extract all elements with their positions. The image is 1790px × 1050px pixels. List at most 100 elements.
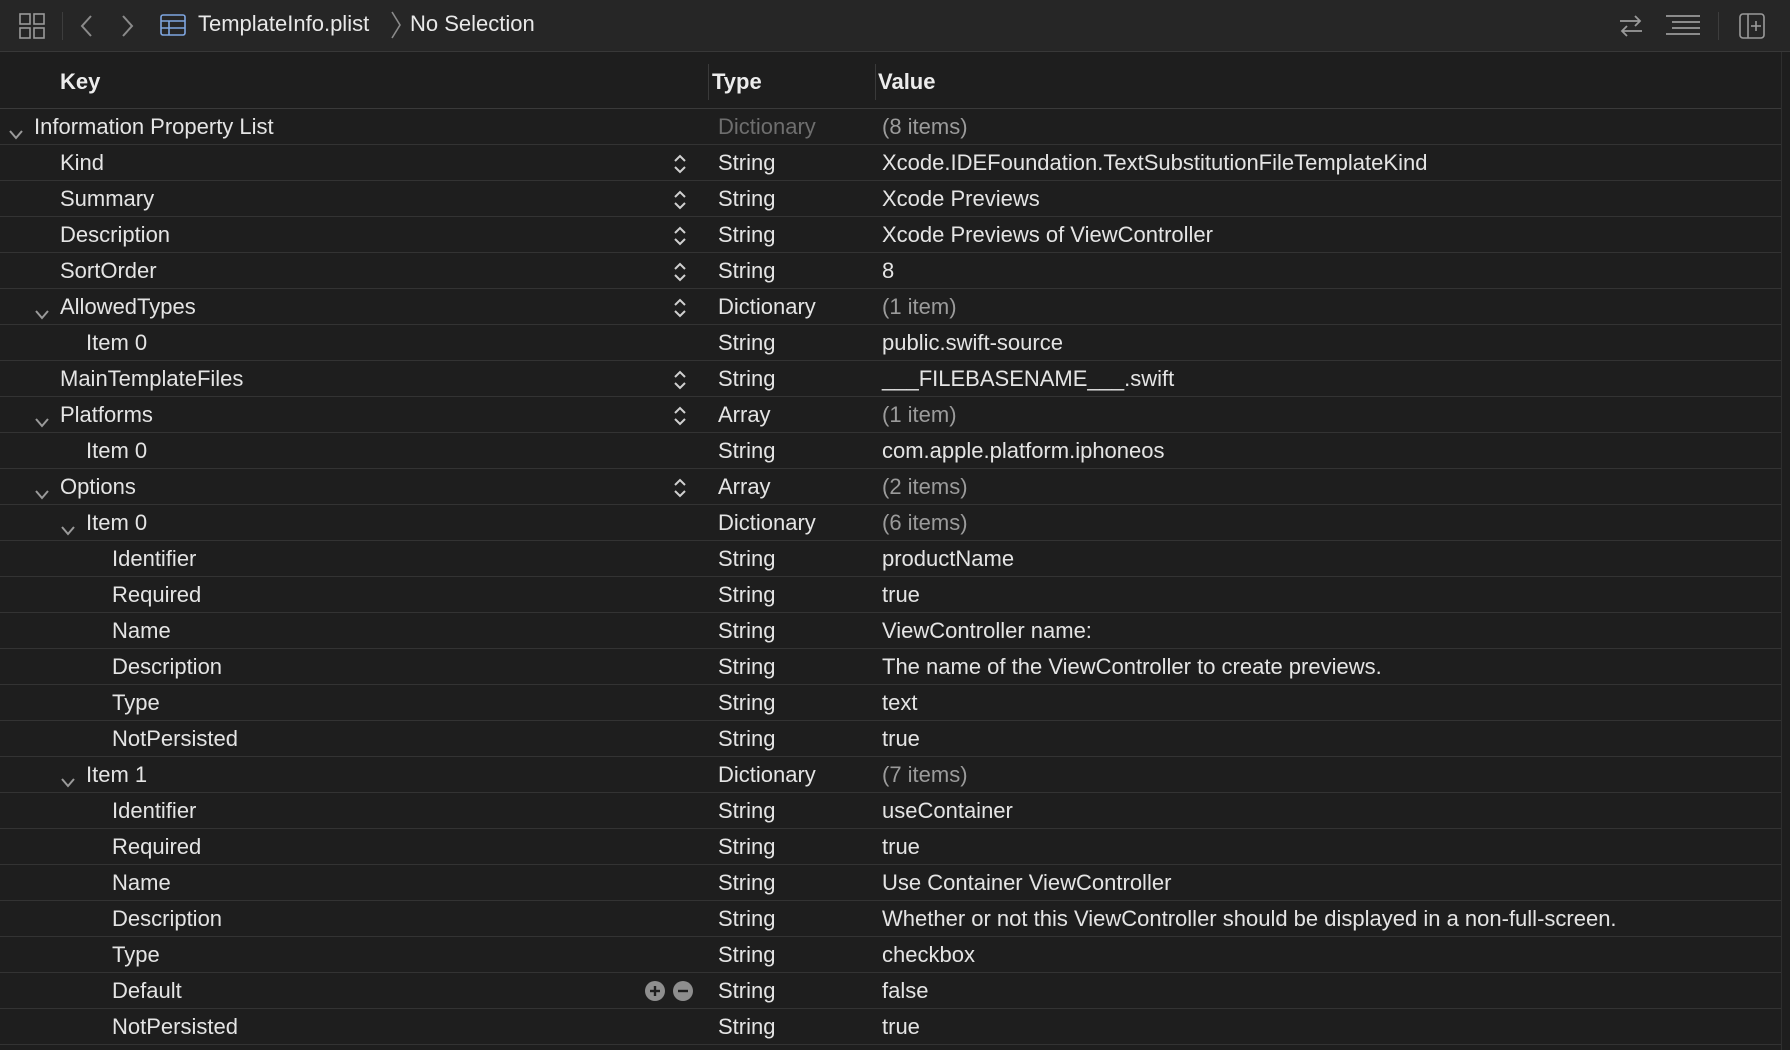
plist-row[interactable]: Information Property List Dictionary (8 it… (0, 109, 1790, 145)
column-value-header[interactable]: Value (878, 69, 935, 95)
row-type[interactable]: String (718, 906, 775, 932)
row-type[interactable]: String (718, 870, 775, 896)
plist-row[interactable]: MainTemplateFiles String ___FILEBASENAME__… (0, 361, 1790, 397)
disclosure-chevron-icon[interactable] (34, 409, 50, 428)
plist-row[interactable]: Item 0 Dictionary (6 items) (0, 505, 1790, 541)
plist-row[interactable]: Description String The name of the ViewCon… (0, 649, 1790, 685)
type-stepper-icon[interactable] (672, 224, 688, 248)
row-type[interactable]: String (718, 186, 775, 212)
row-key[interactable]: Description (112, 654, 222, 680)
row-value[interactable]: Use Container ViewController (882, 870, 1171, 896)
row-key[interactable]: Name (112, 618, 171, 644)
row-key[interactable]: AllowedTypes (60, 294, 196, 320)
column-key-header[interactable]: Key (60, 69, 100, 95)
row-type[interactable]: String (718, 726, 775, 752)
row-type[interactable]: String (718, 366, 775, 392)
row-value[interactable]: Whether or not this ViewController shoul… (882, 906, 1617, 932)
plist-row[interactable]: NotPersisted String true (0, 721, 1790, 757)
row-type[interactable]: String (718, 618, 775, 644)
row-type[interactable]: String (718, 258, 775, 284)
row-key[interactable]: Description (60, 222, 170, 248)
row-value[interactable]: true (882, 726, 920, 752)
row-key[interactable]: MainTemplateFiles (60, 366, 243, 392)
plist-row[interactable]: Item 1 Dictionary (7 items) (0, 757, 1790, 793)
row-value[interactable]: text (882, 690, 917, 716)
row-key[interactable]: Identifier (112, 546, 196, 572)
add-editor-icon[interactable] (1738, 12, 1766, 45)
vertical-scrollbar[interactable] (1781, 52, 1790, 1050)
row-value[interactable]: Xcode Previews (882, 186, 1040, 212)
breadcrumb-file[interactable]: TemplateInfo.plist (198, 11, 369, 37)
row-key[interactable]: Required (112, 834, 201, 860)
row-type[interactable]: String (718, 798, 775, 824)
grid-icon[interactable] (18, 12, 46, 45)
row-key[interactable]: Identifier (112, 798, 196, 824)
row-key[interactable]: Default (112, 978, 182, 1004)
add-remove-icon[interactable] (644, 979, 698, 1003)
swap-icon[interactable] (1618, 12, 1644, 45)
row-key[interactable]: NotPersisted (112, 1014, 238, 1040)
plist-row[interactable]: Type String checkbox (0, 937, 1790, 973)
plist-row[interactable]: Item 0 String public.swift-source (0, 325, 1790, 361)
back-icon[interactable] (78, 13, 96, 44)
row-value[interactable]: true (882, 834, 920, 860)
row-value[interactable]: false (882, 978, 928, 1004)
row-type[interactable]: Dictionary (718, 114, 816, 140)
row-type[interactable]: Dictionary (718, 762, 816, 788)
row-key[interactable]: Required (112, 582, 201, 608)
row-key[interactable]: SortOrder (60, 258, 157, 284)
type-stepper-icon[interactable] (672, 476, 688, 500)
plist-row[interactable]: Required String true (0, 577, 1790, 613)
row-type[interactable]: String (718, 654, 775, 680)
column-type-header[interactable]: Type (712, 69, 762, 95)
row-key[interactable]: Summary (60, 186, 154, 212)
row-key[interactable]: Item 0 (86, 330, 147, 356)
row-type[interactable]: String (718, 330, 775, 356)
plist-row[interactable]: Identifier String useContainer (0, 793, 1790, 829)
row-key[interactable]: Item 0 (86, 510, 147, 536)
row-type[interactable]: String (718, 222, 775, 248)
plist-row[interactable]: Options Array (2 items) (0, 469, 1790, 505)
row-type[interactable]: String (718, 690, 775, 716)
row-key[interactable]: Type (112, 690, 160, 716)
breadcrumb-selection[interactable]: No Selection (410, 11, 535, 37)
plist-row[interactable]: NotPersisted String true (0, 1009, 1790, 1045)
type-stepper-icon[interactable] (672, 152, 688, 176)
row-key[interactable]: Type (112, 942, 160, 968)
plist-row[interactable]: Item 0 String com.apple.platform.iphoneos (0, 433, 1790, 469)
disclosure-chevron-icon[interactable] (34, 301, 50, 320)
row-value[interactable]: true (882, 582, 920, 608)
row-key[interactable]: Options (60, 474, 136, 500)
row-type[interactable]: String (718, 942, 775, 968)
type-stepper-icon[interactable] (672, 188, 688, 212)
column-divider[interactable] (708, 64, 709, 100)
row-key[interactable]: Name (112, 870, 171, 896)
plist-row[interactable]: Summary String Xcode Previews (0, 181, 1790, 217)
row-key[interactable]: Information Property List (34, 114, 274, 140)
row-key[interactable]: Description (112, 906, 222, 932)
plist-row[interactable]: Description String Xcode Previews of ViewC… (0, 217, 1790, 253)
row-key[interactable]: Platforms (60, 402, 153, 428)
row-type[interactable]: Dictionary (718, 294, 816, 320)
row-type[interactable]: String (718, 582, 775, 608)
row-type[interactable]: String (718, 438, 775, 464)
row-type[interactable]: String (718, 546, 775, 572)
row-value[interactable]: useContainer (882, 798, 1013, 824)
row-type[interactable]: Dictionary (718, 510, 816, 536)
type-stepper-icon[interactable] (672, 296, 688, 320)
row-key[interactable]: Kind (60, 150, 104, 176)
type-stepper-icon[interactable] (672, 260, 688, 284)
disclosure-chevron-icon[interactable] (60, 517, 76, 536)
plist-row[interactable]: Kind String Xcode.IDEFoundation.TextSubsti… (0, 145, 1790, 181)
row-value[interactable]: checkbox (882, 942, 975, 968)
row-value[interactable]: Xcode.IDEFoundation.TextSubstitutionFile… (882, 150, 1427, 176)
row-value[interactable]: ViewController name: (882, 618, 1092, 644)
column-divider[interactable] (875, 64, 876, 100)
row-value[interactable]: ___FILEBASENAME___.swift (882, 366, 1174, 392)
plist-row[interactable]: AllowedTypes Dictionary (1 item) (0, 289, 1790, 325)
row-value[interactable]: com.apple.platform.iphoneos (882, 438, 1165, 464)
row-value[interactable]: 8 (882, 258, 894, 284)
disclosure-chevron-icon[interactable] (8, 121, 24, 140)
row-key[interactable]: Item 1 (86, 762, 147, 788)
plist-row[interactable]: Name String Use Container ViewController (0, 865, 1790, 901)
